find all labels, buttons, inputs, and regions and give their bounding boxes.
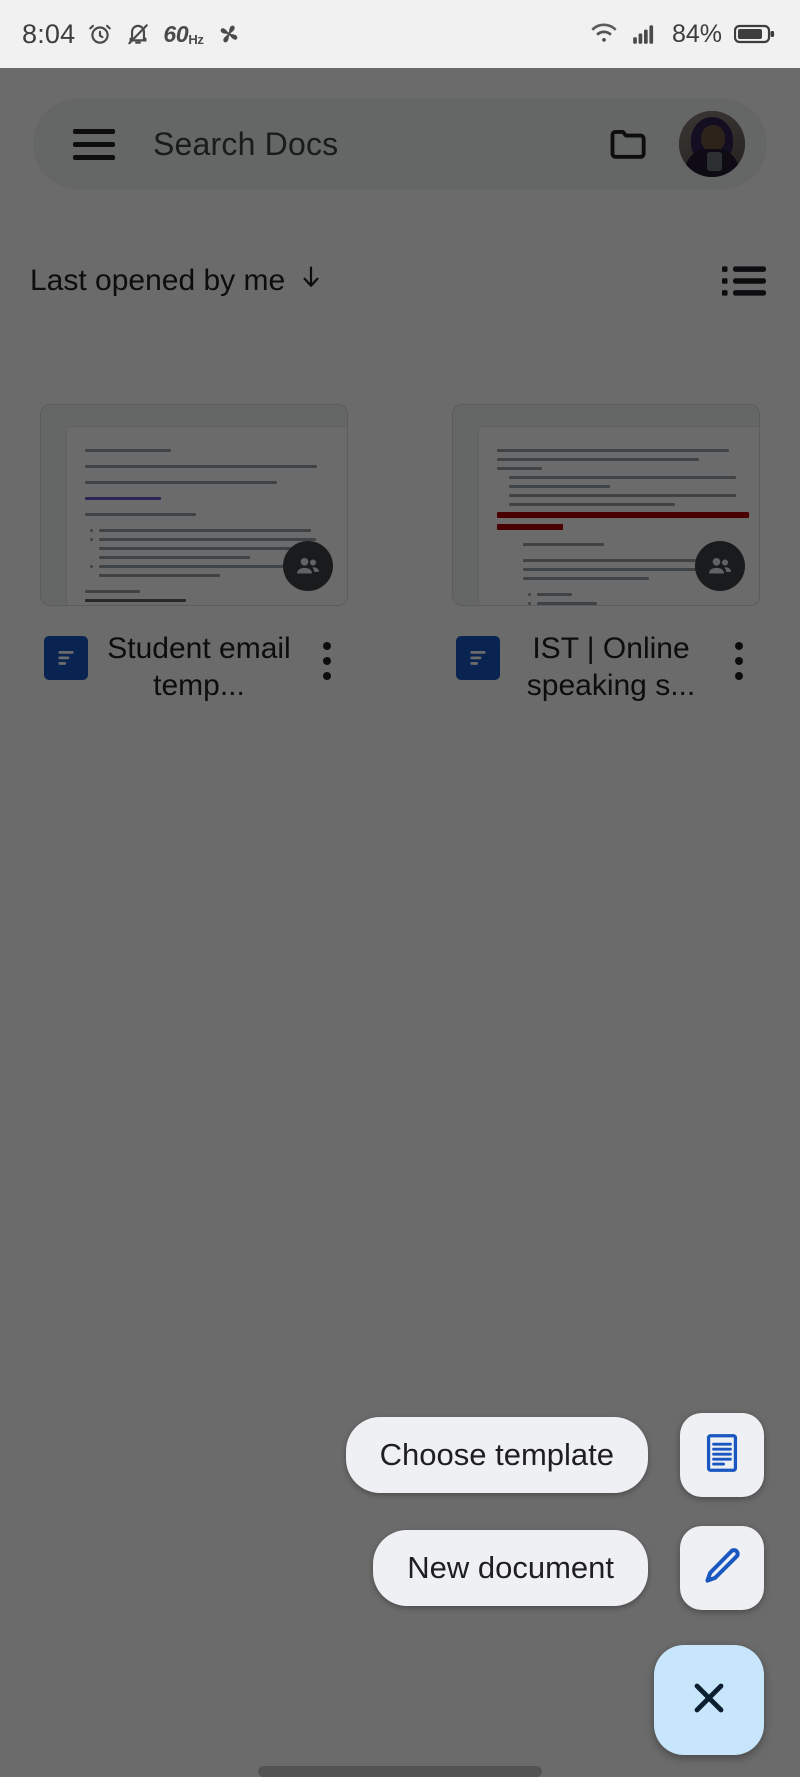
fan-icon — [216, 21, 242, 47]
new-document-label[interactable]: New document — [373, 1530, 648, 1606]
battery-percentage: 84% — [671, 19, 722, 48]
bell-muted-icon — [125, 21, 151, 47]
choose-template-label[interactable]: Choose template — [345, 1417, 648, 1493]
status-bar-left: 8:04 60Hz — [22, 19, 242, 50]
cellular-signal-icon — [630, 21, 658, 47]
status-time: 8:04 — [22, 18, 76, 49]
new-document-row: New document — [373, 1526, 764, 1610]
refresh-rate-indicator: 60Hz — [163, 20, 204, 47]
pencil-edit-icon — [699, 1543, 745, 1594]
alarm-icon — [87, 21, 113, 47]
choose-template-button[interactable] — [680, 1413, 764, 1497]
document-template-icon — [699, 1430, 745, 1481]
wifi-icon — [590, 20, 618, 48]
battery-icon — [734, 22, 776, 46]
status-bar: 8:04 60Hz 84% — [0, 0, 800, 68]
close-fab-button[interactable] — [654, 1645, 764, 1755]
choose-template-row: Choose template — [345, 1413, 764, 1497]
phone-screen: 8:04 60Hz 84% Choose template New docume… — [0, 0, 800, 1777]
close-x-icon — [685, 1674, 733, 1727]
status-bar-right: 84% — [590, 20, 776, 49]
fab-speed-dial-menu: Choose template New document — [0, 0, 800, 1777]
new-document-button[interactable] — [680, 1526, 764, 1610]
gesture-navigation-bar[interactable] — [258, 1766, 542, 1777]
